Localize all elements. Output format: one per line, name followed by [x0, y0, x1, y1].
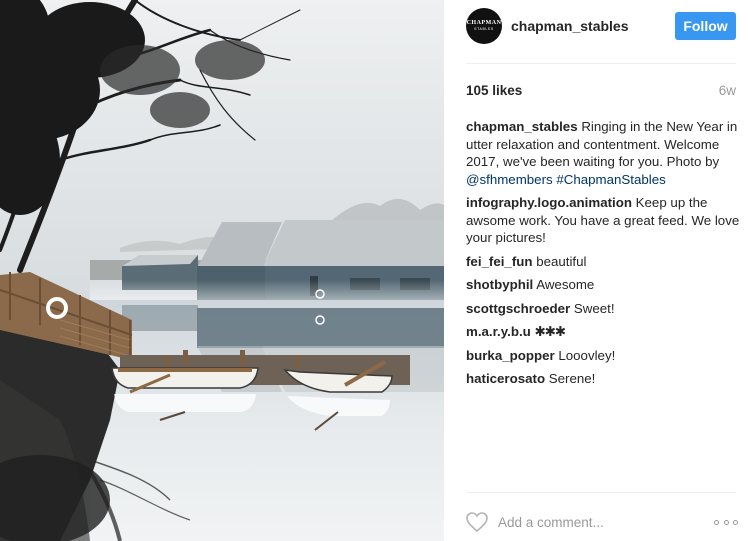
username-link[interactable]: chapman_stables: [511, 18, 629, 34]
comment-text: Awesome: [536, 277, 595, 292]
likes-count[interactable]: 105 likes: [466, 83, 522, 98]
comment-item: shotbyphil Awesome: [466, 276, 744, 294]
heart-icon[interactable]: [465, 511, 489, 533]
mention-link[interactable]: @sfhmembers: [466, 172, 553, 187]
divider: [466, 63, 736, 64]
avatar[interactable]: CHAPMAN STABLES: [466, 8, 502, 44]
post-photo[interactable]: [0, 0, 444, 541]
comment-item: fei_fei_fun beautiful: [466, 253, 744, 271]
comment-item: m.a.r.y.b.u ✱✱✱: [466, 323, 744, 341]
comment-username[interactable]: haticerosato: [466, 371, 545, 386]
post-timestamp[interactable]: 6w: [719, 83, 736, 98]
comment-item: infography.logo.animation Keep up the aw…: [466, 194, 744, 247]
avatar-logo-subtext: STABLES: [474, 27, 494, 31]
avatar-logo-text: CHAPMAN: [466, 20, 502, 26]
comment-text: Serene!: [548, 371, 596, 386]
comment-username[interactable]: shotbyphil: [466, 277, 533, 292]
add-comment-input[interactable]: [498, 510, 658, 534]
lake-boathouse-photo: [0, 0, 444, 541]
caption-username[interactable]: chapman_stables: [466, 119, 578, 134]
comment-text: ✱✱✱: [534, 324, 566, 339]
comment-item: burka_popper Looovley!: [466, 347, 744, 365]
comment-text: beautiful: [536, 253, 587, 269]
comment-username[interactable]: infography.logo.animation: [466, 195, 632, 210]
comment-text: Looovley!: [558, 347, 616, 363]
post-sidebar: CHAPMAN STABLES chapman_stables Follow 1…: [444, 0, 748, 541]
follow-button[interactable]: Follow: [675, 12, 736, 40]
dot-icon: [714, 519, 719, 525]
comment-username[interactable]: scottgschroeder: [466, 301, 570, 316]
comment-item: scottgschroeder Sweet!: [466, 300, 744, 318]
more-options-icon[interactable]: [714, 511, 738, 533]
comment-username[interactable]: burka_popper: [466, 348, 555, 363]
comment-username[interactable]: m.a.r.y.b.u: [466, 324, 531, 339]
comment-username[interactable]: fei_fei_fun: [466, 254, 533, 269]
caption: chapman_stables Ringing in the New Year …: [466, 118, 744, 188]
dot-icon: [723, 519, 729, 525]
post-header: CHAPMAN STABLES chapman_stables Follow: [444, 0, 748, 62]
comment-list: chapman_stables Ringing in the New Year …: [466, 118, 744, 394]
dot-icon: [733, 519, 738, 525]
hashtag-link[interactable]: #ChapmanStables: [556, 172, 665, 187]
divider: [466, 492, 736, 493]
comment-text: Sweet!: [573, 300, 615, 316]
comment-item: haticerosato Serene!: [466, 370, 744, 388]
